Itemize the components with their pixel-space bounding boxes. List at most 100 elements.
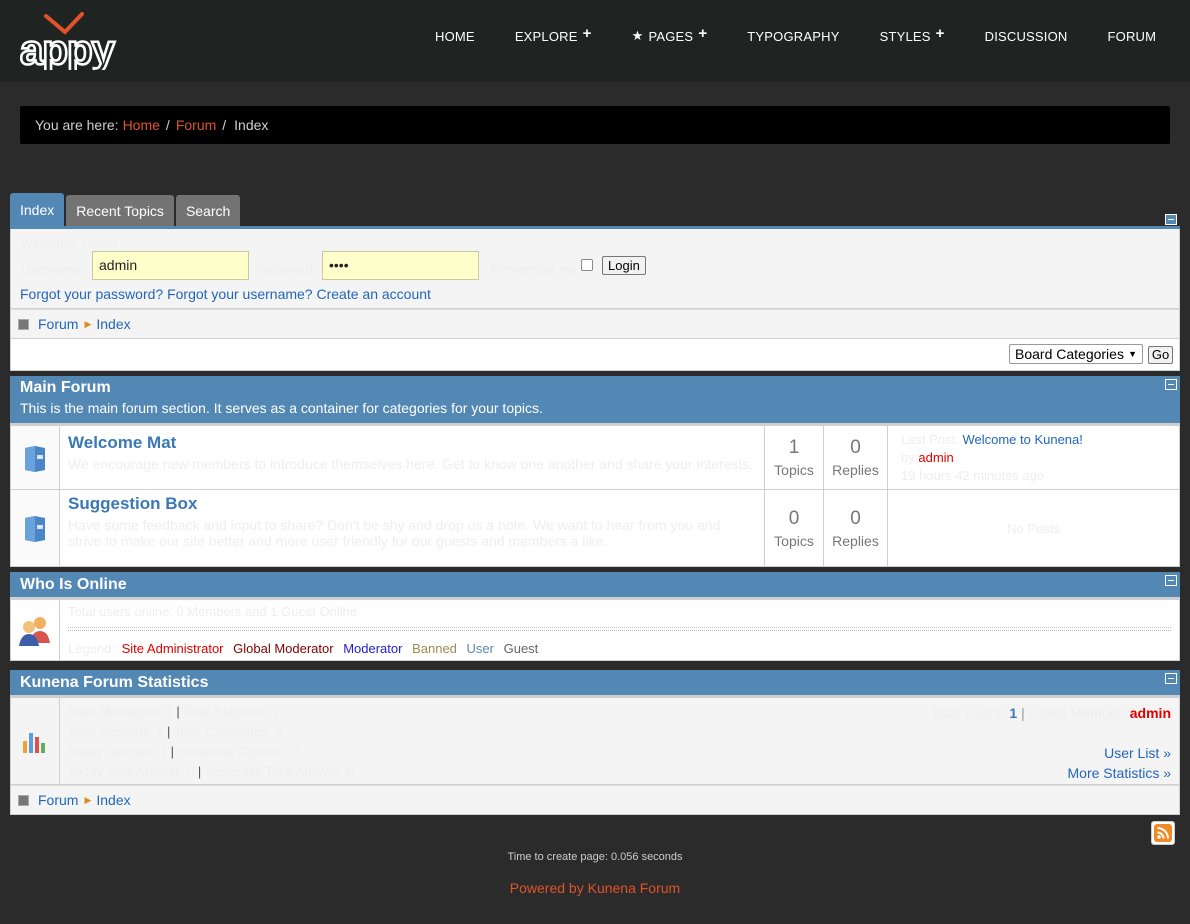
login-panel: Welcome, Guest Username admin Password •…: [10, 229, 1180, 309]
nav-forum[interactable]: FORUM: [1108, 29, 1157, 44]
topics-label: Topics: [774, 462, 814, 478]
forgot-password-link[interactable]: Forgot your password?: [20, 286, 163, 302]
legend-user: User: [466, 641, 494, 656]
forum-row-welcome-mat: Welcome Mat We encourage new members to …: [11, 426, 1179, 490]
more-statistics-link[interactable]: More Statistics »: [1068, 765, 1171, 781]
pathway-index[interactable]: Index: [96, 792, 130, 808]
user-list-link[interactable]: User List »: [1104, 745, 1171, 761]
topics-count: 1 Topics: [765, 426, 824, 489]
welcome-text: Welcome, Guest: [21, 235, 117, 250]
stat-value: 1: [156, 724, 164, 739]
nav-label: HOME: [435, 28, 475, 44]
remember-checkbox[interactable]: [581, 259, 593, 271]
main-forum-header: Main Forum This is the main forum sectio…: [10, 376, 1180, 423]
section-title[interactable]: Who Is Online: [20, 576, 1170, 594]
bar-chart-icon: [11, 698, 60, 784]
latest-member-label: Latest Member:: [1028, 705, 1126, 721]
replies-value: 0: [850, 507, 861, 529]
forum-folder-icon: [11, 490, 60, 566]
total-users-value[interactable]: 1: [1009, 705, 1017, 721]
breadcrumb-forum[interactable]: Forum: [176, 117, 216, 133]
section-description: This is the main forum section. It serve…: [20, 400, 543, 416]
login-button[interactable]: Login: [602, 256, 646, 275]
page-time: Time to create page: 0.056 seconds: [507, 851, 683, 863]
who-online-content: Total users online: 0 Members and 1 Gues…: [60, 600, 1179, 660]
tab-index[interactable]: Index: [10, 193, 65, 226]
section-title[interactable]: Main Forum: [20, 379, 1170, 397]
last-post-link[interactable]: Welcome to Kunena!: [962, 432, 1082, 447]
dropdown-arrow-icon: ▼: [1128, 349, 1137, 359]
topics-label: Topics: [774, 532, 814, 549]
nav-typography[interactable]: TYPOGRAPHY: [747, 29, 839, 44]
pathway-index[interactable]: Index: [96, 316, 130, 332]
main-nav: HOME EXPLORE + ★ PAGES + TYPOGRAPHY STYLES +…: [415, 0, 1176, 72]
topics-value: 1: [788, 437, 800, 458]
legend-label: Legend:: [68, 641, 115, 656]
collapse-icon[interactable]: [1165, 379, 1177, 390]
username-input[interactable]: admin: [92, 251, 249, 280]
replies-label: Replies: [832, 462, 879, 478]
nav-styles[interactable]: STYLES +: [879, 25, 945, 45]
online-summary-value: 0 Members and 1 Guest Online: [176, 604, 358, 619]
category-bar: Board Categories ▼ Go: [10, 339, 1180, 371]
pathway-forum[interactable]: Forum: [38, 792, 78, 808]
forum-folder-icon: [11, 426, 60, 489]
nav-explore[interactable]: EXPLORE +: [514, 24, 592, 45]
tab-search[interactable]: Search: [175, 195, 241, 226]
forgot-username-link[interactable]: Forgot your username?: [167, 286, 313, 302]
topics-count: 0 Topics: [765, 490, 824, 566]
stat-label: Yesterday Total Answer:: [204, 764, 343, 779]
collapse-icon[interactable]: [1165, 575, 1177, 586]
replies-label: Replies: [832, 532, 879, 549]
nav-label: EXPLORE: [514, 28, 578, 44]
plus-icon: +: [582, 24, 592, 42]
nav-pages[interactable]: ★ PAGES +: [632, 25, 708, 45]
author-link[interactable]: admin: [918, 450, 953, 465]
latest-member-link[interactable]: admin: [1130, 705, 1171, 721]
rss-icon[interactable]: [1151, 821, 1175, 845]
stats-body: Total Messages: 1 | Total Subjects: 1 To…: [10, 698, 1180, 785]
stat-line: Today Opened: 1 | Yesterday Opened: 0: [68, 744, 300, 759]
square-icon: [18, 794, 29, 806]
total-users: Total Users: 1 | Latest Member: admin: [931, 705, 1171, 721]
forum-name-link[interactable]: Suggestion Box: [68, 494, 756, 514]
breadcrumb-home[interactable]: Home: [123, 117, 160, 133]
category-select[interactable]: Board Categories ▼: [1009, 344, 1143, 364]
breadcrumb-prefix: You are here:: [35, 117, 119, 133]
stat-label: Total Sections:: [68, 724, 153, 739]
pathway-forum[interactable]: Forum: [38, 316, 78, 332]
powered-by-link[interactable]: Powered by Kunena Forum: [0, 880, 1190, 896]
users-icon: [11, 600, 60, 660]
site-logo[interactable]: appy: [19, 10, 130, 74]
forum-pathway-bottom: Forum ▶ Index: [10, 785, 1180, 815]
forum-name-link[interactable]: Welcome Mat: [68, 433, 756, 453]
nav-label: STYLES: [879, 28, 931, 44]
password-input[interactable]: ••••: [322, 251, 479, 280]
legend-global-moderator: Global Moderator: [233, 641, 334, 656]
nav-home[interactable]: HOME: [435, 29, 475, 44]
collapse-icon[interactable]: [1165, 214, 1177, 225]
nav-label: DISCUSSION: [984, 28, 1068, 44]
section-title[interactable]: Kunena Forum Statistics: [20, 674, 1170, 692]
stat-value: 0: [291, 744, 300, 759]
collapse-icon[interactable]: [1165, 673, 1177, 684]
stat-value: 1: [165, 704, 173, 719]
username-label: Username: [21, 262, 81, 277]
remember-label: Remember me: [491, 262, 577, 277]
go-button[interactable]: Go: [1148, 346, 1173, 364]
online-summary: Total users online: 0 Members and 1 Gues…: [68, 604, 1171, 628]
online-summary-label: Total users online:: [68, 604, 173, 619]
tab-recent-topics[interactable]: Recent Topics: [66, 195, 174, 226]
who-online-body: Total users online: 0 Members and 1 Gues…: [10, 600, 1180, 661]
nav-discussion[interactable]: DISCUSSION: [985, 29, 1068, 44]
stat-value: 2: [275, 724, 283, 739]
legend-site-admin: Site Administrator: [121, 641, 224, 656]
forum-row-suggestion-box: Suggestion Box Have some feedback and in…: [11, 490, 1179, 566]
by-label: by: [901, 450, 915, 465]
stat-line: Total Sections: 1 | Total Categories: 2: [68, 724, 283, 739]
legend-moderator: Moderator: [343, 641, 403, 656]
stat-value: 1: [271, 704, 279, 719]
password-label: Password: [256, 262, 314, 277]
stat-label: Yesterday Opened:: [177, 744, 289, 759]
create-account-link[interactable]: Create an account: [317, 286, 431, 302]
